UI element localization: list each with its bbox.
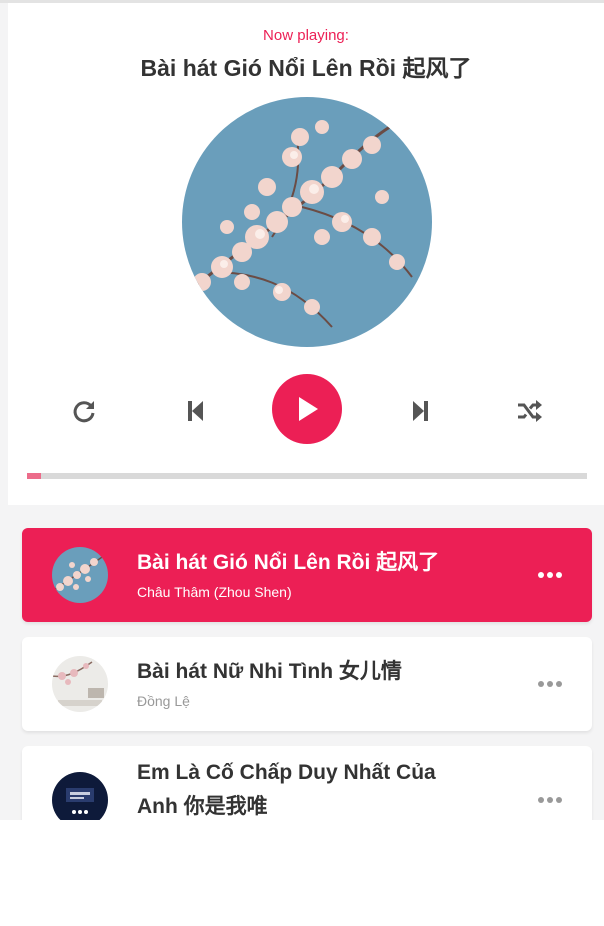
cherry-blossom-image <box>182 97 432 347</box>
progress-bar[interactable] <box>27 473 587 479</box>
song-title: Em Là Cố Chấp Duy Nhất Của Anh 你是我唯 <box>137 761 436 818</box>
ellipsis-icon <box>538 797 562 803</box>
current-song-title: Bài hát Gió Nổi Lên Rồi 起风了 <box>140 55 472 81</box>
ellipsis-icon <box>538 681 562 687</box>
cd-thumbnail <box>182 97 432 347</box>
play-button[interactable] <box>272 374 342 444</box>
step-backward-icon <box>188 401 203 421</box>
prev-button[interactable] <box>178 393 214 429</box>
album-cover-thumb <box>52 772 108 820</box>
play-icon <box>299 397 318 421</box>
now-playing-label: Now playing: <box>263 27 349 44</box>
cherry-blossom-thumb <box>52 547 108 603</box>
song-thumb <box>52 656 108 712</box>
song-thumb <box>52 547 108 603</box>
song-title: Bài hát Nữ Nhi Tình 女儿情 <box>137 660 402 683</box>
app-viewport: Now playing: Bài hát Gió Nổi Lên Rồi 起风了 <box>0 0 604 820</box>
player-dashboard: Now playing: Bài hát Gió Nổi Lên Rồi 起风了 <box>8 3 604 505</box>
next-button[interactable] <box>402 393 438 429</box>
step-forward-icon <box>413 401 428 421</box>
song-item-3[interactable]: Em Là Cố Chấp Duy Nhất Của Anh 你是我唯 <box>22 746 592 820</box>
ellipsis-icon <box>538 572 562 578</box>
song-option-button[interactable] <box>534 674 566 694</box>
song-item-2[interactable]: Bài hát Nữ Nhi Tình 女儿情 Đồng Lệ <box>22 637 592 731</box>
song-option-button[interactable] <box>534 565 566 585</box>
repeat-icon <box>73 401 95 423</box>
progress-fill <box>27 473 41 479</box>
random-button[interactable] <box>512 393 548 429</box>
song-thumb <box>52 772 108 820</box>
song-option-button[interactable] <box>534 790 566 810</box>
shuffle-icon <box>518 400 542 422</box>
song-author: Châu Thâm (Zhou Shen) <box>137 584 292 600</box>
song-item-1[interactable]: Bài hát Gió Nổi Lên Rồi 起风了 Châu Thâm (Z… <box>22 528 592 622</box>
song-title: Bài hát Gió Nổi Lên Rồi 起风了 <box>137 551 440 574</box>
repeat-button[interactable] <box>66 393 102 429</box>
song-author: Đồng Lệ <box>137 693 190 709</box>
blossom-painting-thumb <box>52 656 108 712</box>
